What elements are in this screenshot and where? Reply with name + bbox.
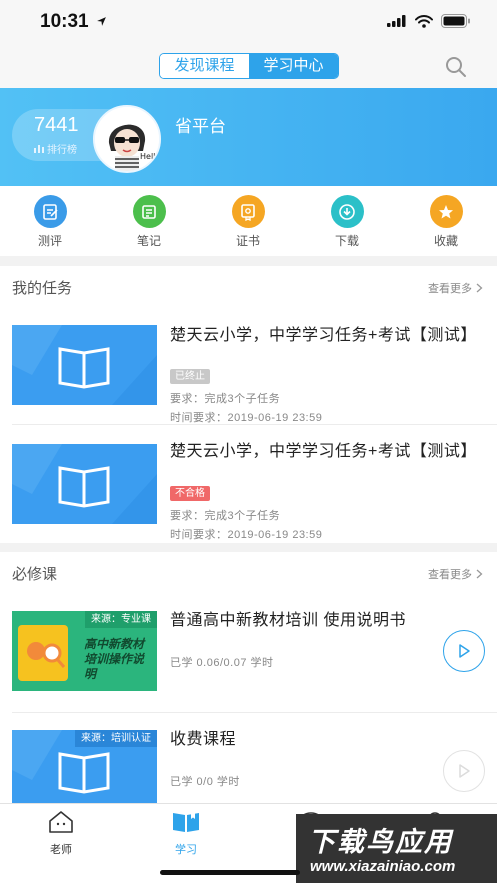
quick-action-certificate[interactable]: 证书	[218, 195, 278, 249]
teacher-icon	[49, 811, 73, 833]
quick-actions: 测评 笔记 证书 下载 收藏	[0, 186, 497, 256]
watermark-url: www.xiazainiao.com	[310, 858, 456, 875]
tab-discover-courses[interactable]: 发现课程	[160, 54, 249, 78]
bar-chart-icon	[34, 145, 44, 153]
task-card[interactable]: 楚天云小学，中学学习任务+考试【测试】 已终止 要求：完成3个子任务 时间要求：…	[0, 306, 497, 424]
tab-teacher[interactable]: 老师	[31, 810, 91, 857]
task-thumbnail	[12, 325, 157, 405]
play-button[interactable]	[443, 750, 485, 792]
svg-text:Hell: Hell	[140, 152, 155, 161]
quick-action-label: 测评	[37, 234, 62, 248]
quick-action-assessment[interactable]: 测评	[20, 195, 80, 249]
my-tasks-section: 我的任务 查看更多 楚天云小学，中学学习任务+考试【测试】 已终止 要求：完成3…	[0, 266, 497, 543]
location-arrow-icon	[96, 17, 106, 26]
view-more-label: 查看更多	[428, 569, 472, 581]
course-source-label: 来源：培训认证	[75, 730, 157, 747]
star-icon	[429, 195, 463, 228]
course-card[interactable]: 来源：培训认证 收费课程 已学 0/0 学时	[0, 712, 497, 810]
platform-name: 省平台	[175, 117, 226, 136]
learning-center-screen: 10:31 发现课程 学习中心 7441 排行榜 Hell 省平台 测评 笔记 …	[0, 0, 497, 883]
profile-banner: 7441 排行榜 Hell 省平台	[0, 88, 497, 186]
tab-label: 学习	[175, 844, 197, 856]
quick-action-label: 收藏	[433, 234, 458, 248]
play-icon	[459, 644, 470, 658]
quick-action-download[interactable]: 下载	[317, 195, 377, 249]
view-more-link[interactable]: 查看更多	[428, 566, 483, 582]
status-badge: 不合格	[170, 486, 210, 501]
required-courses-section: 必修课 查看更多 来源：专业课 高中新教材培训操作说明 普通高中新教材培训 使用…	[0, 552, 497, 810]
status-bar: 10:31	[0, 0, 497, 44]
wifi-icon	[415, 14, 433, 28]
view-more-link[interactable]: 查看更多	[428, 280, 483, 296]
chevron-right-icon	[476, 283, 483, 293]
course-progress: 已学 0/0 学时	[170, 776, 240, 788]
section-title: 必修课	[12, 566, 58, 583]
certificate-icon	[231, 195, 265, 228]
tab-learning[interactable]: 学习	[156, 810, 216, 857]
rank-label: 排行榜	[47, 145, 77, 156]
status-icons	[387, 14, 471, 28]
avatar-cartoon-icon: Hell	[95, 107, 159, 171]
task-card[interactable]: 楚天云小学，中学学习任务+考试【测试】 不合格 要求：完成3个子任务 时间要求：…	[0, 424, 497, 543]
watermark-title: 下载鸟应用	[308, 827, 453, 857]
course-source-label: 来源：专业课	[85, 611, 157, 628]
quick-action-label: 笔记	[136, 234, 161, 248]
task-title: 楚天云小学，中学学习任务+考试【测试】	[170, 443, 477, 460]
course-thumbnail: 来源：培训认证	[12, 730, 157, 810]
note-icon	[132, 195, 166, 228]
task-requirement: 要求：完成3个子任务	[170, 510, 281, 522]
view-more-label: 查看更多	[428, 283, 472, 295]
course-title: 普通高中新教材培训 使用说明书	[170, 612, 406, 629]
tab-label: 老师	[50, 844, 72, 856]
watermark: 下载鸟应用 www.xiazainiao.com	[296, 814, 497, 883]
task-requirement: 要求：完成3个子任务	[170, 393, 281, 405]
assessment-icon	[33, 195, 67, 228]
task-title: 楚天云小学，中学学习任务+考试【测试】	[170, 327, 477, 344]
download-icon	[330, 195, 364, 228]
play-icon	[459, 764, 470, 778]
score-value: 7441	[34, 114, 79, 136]
section-header: 必修课 查看更多	[0, 552, 497, 592]
status-time: 10:31	[40, 11, 107, 33]
task-deadline: 时间要求：2019-06-19 23:59	[170, 529, 323, 541]
search-icon[interactable]	[445, 56, 467, 78]
rank-link[interactable]: 排行榜	[34, 141, 77, 156]
course-thumbnail: 来源：专业课 高中新教材培训操作说明	[12, 611, 157, 691]
battery-icon	[441, 14, 470, 28]
task-deadline: 时间要求：2019-06-19 23:59	[170, 412, 323, 424]
segmented-control: 发现课程 学习中心	[159, 53, 339, 79]
signal-icon	[387, 15, 406, 27]
quick-action-label: 下载	[334, 234, 359, 248]
quick-action-notes[interactable]: 笔记	[119, 195, 179, 249]
chevron-right-icon	[476, 569, 483, 579]
avatar[interactable]: Hell	[93, 105, 161, 173]
section-header: 我的任务 查看更多	[0, 266, 497, 306]
book-icon	[173, 813, 199, 832]
tab-learning-center[interactable]: 学习中心	[249, 54, 338, 78]
task-thumbnail	[12, 444, 157, 524]
nav-bar: 发现课程 学习中心	[0, 44, 497, 88]
thumbnail-caption: 高中新教材培训操作说明	[84, 637, 145, 681]
course-card[interactable]: 来源：专业课 高中新教材培训操作说明 普通高中新教材培训 使用说明书 已学 0.…	[0, 592, 497, 712]
quick-action-label: 证书	[235, 234, 260, 248]
quick-action-favorites[interactable]: 收藏	[416, 195, 476, 249]
play-button[interactable]	[443, 630, 485, 672]
course-progress: 已学 0.06/0.07 学时	[170, 657, 274, 669]
home-indicator	[160, 870, 300, 875]
status-badge: 已终止	[170, 369, 210, 384]
section-title: 我的任务	[12, 280, 73, 297]
course-title: 收费课程	[170, 731, 237, 748]
